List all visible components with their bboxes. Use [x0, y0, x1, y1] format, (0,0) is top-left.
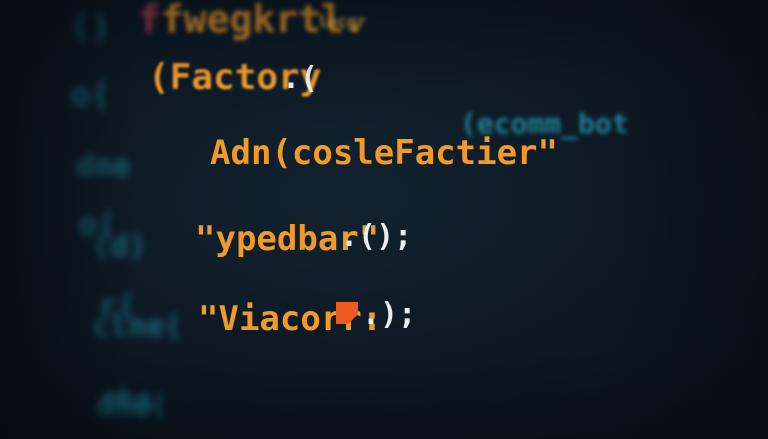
code-line-6-prefix: dhe(	[96, 389, 169, 424]
code-line-1-tail: lecgr	[318, 12, 367, 31]
gutter-fragment: ()	[70, 7, 111, 47]
gutter-fragment: o(	[70, 75, 111, 115]
code-line-4-tail: .();	[340, 219, 413, 254]
code-line-4-prefix: (d)	[92, 229, 147, 264]
code-screen-photo: () o( o( r( ohs ffwegkrtl. lecgr (Factor…	[0, 0, 768, 439]
code-line-2-tail: .(	[282, 61, 319, 96]
code-line-3-main: Adn(cosleFactier"	[210, 133, 558, 173]
code-line-3-tail: (ecomm_bot	[460, 107, 629, 140]
code-line-3-prefix: dne	[76, 149, 131, 184]
code-line-5-prefix: clne(	[92, 309, 183, 344]
code-line-5-tail: .);	[362, 297, 417, 332]
